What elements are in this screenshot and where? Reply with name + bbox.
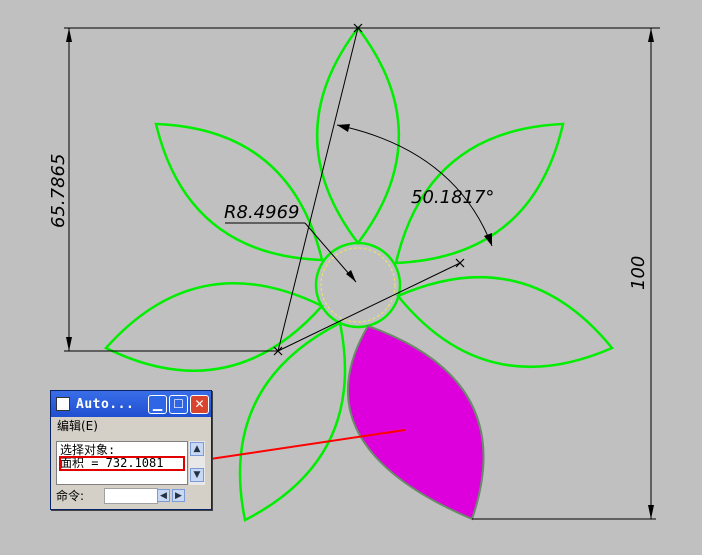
close-icon[interactable]: ✕ bbox=[190, 394, 209, 414]
hidden-circle bbox=[320, 247, 396, 323]
scroll-left-icon[interactable]: ◀ bbox=[157, 489, 170, 502]
petal-outline[interactable] bbox=[154, 122, 324, 262]
center-circle bbox=[314, 241, 402, 329]
minimize-icon[interactable]: ▁ bbox=[148, 394, 167, 414]
arrow-left-bottom bbox=[66, 337, 72, 351]
command-history: 选择对象: 面积 = 732.1081 bbox=[56, 441, 188, 485]
command-window[interactable]: Auto... ▁ ☐ ✕ 编辑(E) 选择对象: 面积 = 732.1081 … bbox=[50, 390, 212, 510]
dim-left-height: 65.7865 bbox=[48, 154, 69, 228]
command-row: 命令: ◀ ▶ bbox=[56, 488, 206, 504]
history-line-2: 面积 = 732.1081 bbox=[59, 456, 185, 471]
construction-line-left bbox=[277, 27, 359, 352]
menu-edit[interactable]: 编辑(E) bbox=[51, 417, 211, 435]
arrow-right-top bbox=[648, 28, 654, 42]
app-icon bbox=[56, 397, 70, 411]
arrow-left-top bbox=[66, 28, 72, 42]
petal-outline[interactable] bbox=[395, 275, 615, 369]
window-title: Auto... bbox=[76, 396, 135, 412]
angle-arc bbox=[336, 124, 493, 247]
maximize-icon[interactable]: ☐ bbox=[169, 394, 188, 414]
dim-radius: R8.4969 bbox=[224, 202, 300, 223]
command-input[interactable] bbox=[104, 488, 158, 504]
petal-outline[interactable] bbox=[315, 25, 401, 246]
scroll-right-icon[interactable]: ▶ bbox=[172, 489, 185, 502]
dim-right-height: 100 bbox=[628, 256, 649, 290]
scroll-up-icon[interactable]: ▲ bbox=[190, 442, 204, 456]
arrow-right-bottom bbox=[648, 505, 654, 519]
vertical-scrollbar[interactable]: ▲ ▼ bbox=[189, 441, 205, 485]
petal-outline[interactable] bbox=[238, 321, 347, 522]
scroll-down-icon[interactable]: ▼ bbox=[190, 468, 204, 482]
dim-angle: 50.1817° bbox=[411, 187, 494, 208]
command-prompt: 命令: bbox=[56, 489, 85, 503]
arrow-angle-start bbox=[337, 124, 350, 132]
selected-petal[interactable] bbox=[346, 324, 485, 521]
window-titlebar[interactable]: Auto... ▁ ☐ ✕ bbox=[51, 391, 211, 417]
marker-right bbox=[455, 258, 465, 268]
